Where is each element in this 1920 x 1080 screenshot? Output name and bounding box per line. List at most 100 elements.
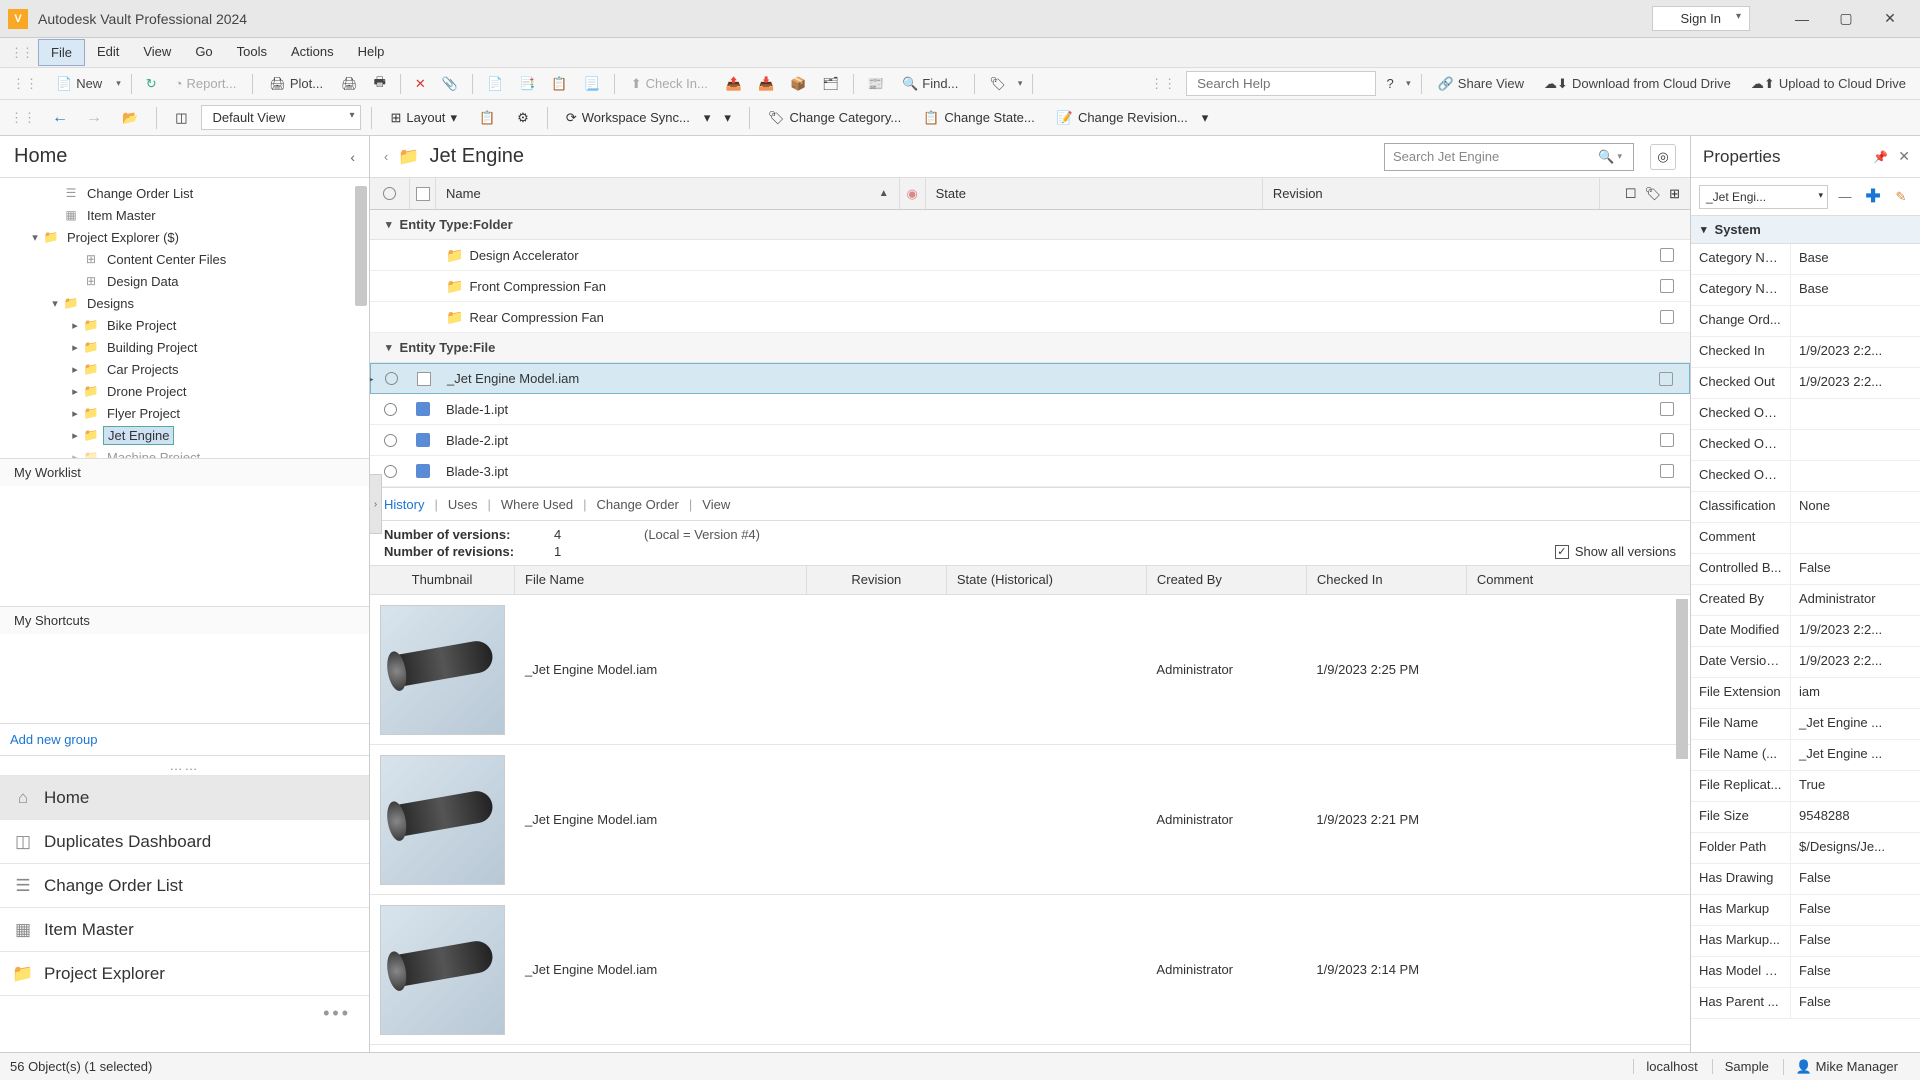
group-files[interactable]: ▾Entity Type:File — [370, 333, 1690, 363]
tree-item[interactable]: ▸📁Machine Project — [0, 446, 369, 458]
worklist-section[interactable]: My Worklist — [0, 458, 369, 486]
tree-item[interactable]: ☰Change Order List — [0, 182, 369, 204]
type-col-icon[interactable] — [410, 178, 436, 209]
edit-prop-button[interactable]: ✎ — [1890, 186, 1912, 208]
show-all-versions-checkbox[interactable]: ✓ — [1555, 545, 1569, 559]
tool-b-button[interactable]: ⚙ — [509, 106, 537, 130]
change-state-button[interactable]: 📋 Change State... — [915, 106, 1043, 130]
print2-button[interactable]: 🖶 — [368, 69, 392, 99]
file-row[interactable]: Blade-3.ipt — [370, 456, 1690, 487]
property-row[interactable]: File Name_Jet Engine ... — [1691, 709, 1920, 740]
hcol-createdby[interactable]: Created By — [1147, 566, 1307, 594]
tree-item[interactable]: ▸📁Car Projects — [0, 358, 369, 380]
status-col-icon[interactable]: ◉ — [900, 178, 926, 209]
tree-scrollbar[interactable] — [355, 186, 367, 306]
col-tail-icons[interactable]: ☐🏷⊞ — [1600, 178, 1690, 209]
collapse-left-icon[interactable]: ‹ — [384, 149, 388, 164]
tab-where-used[interactable]: Where Used — [501, 497, 573, 512]
history-row[interactable]: _Jet Engine Model.iamAdministrator1/9/20… — [370, 895, 1690, 1045]
tab-change-order[interactable]: Change Order — [597, 497, 679, 512]
prop-group-system[interactable]: ▾ System — [1691, 216, 1920, 244]
download-cloud-button[interactable]: ☁⬇ Download from Cloud Drive — [1536, 72, 1739, 96]
collapse-sidebar-icon[interactable]: ‹ — [350, 149, 355, 165]
menu-file[interactable]: File — [38, 39, 85, 66]
menu-view[interactable]: View — [131, 39, 183, 66]
property-row[interactable]: Controlled B...False — [1691, 554, 1920, 585]
doc2-button[interactable]: 📑 — [513, 72, 541, 96]
menu-actions[interactable]: Actions — [279, 39, 346, 66]
up-button[interactable]: 📂 — [114, 106, 146, 130]
workspace-dropdown[interactable]: ▾ — [704, 110, 711, 126]
filter-dropdown[interactable]: ▾ — [1016, 78, 1025, 89]
report-button[interactable]: ◔ Report... — [167, 72, 245, 95]
nav-item-master[interactable]: ▦Item Master — [0, 907, 369, 951]
col-name[interactable]: Name▲ — [436, 178, 900, 209]
doc4-button[interactable]: 📃 — [578, 72, 606, 96]
menu-tools[interactable]: Tools — [225, 39, 279, 66]
property-row[interactable]: Category Na...Base — [1691, 244, 1920, 275]
folder-row[interactable]: 📁Design Accelerator — [370, 240, 1690, 271]
change-rev-dropdown[interactable]: ▾ — [1202, 110, 1209, 126]
tree-item[interactable]: ⊞Design Data — [0, 270, 369, 292]
property-row[interactable]: Has MarkupFalse — [1691, 895, 1920, 926]
property-row[interactable]: Has Markup...False — [1691, 926, 1920, 957]
search-icon[interactable]: 🔍 — [1598, 149, 1614, 165]
delete-button[interactable]: ✕ — [409, 72, 432, 96]
checkout3-button[interactable]: 📦 — [784, 72, 812, 96]
hcol-revision[interactable]: Revision — [807, 566, 947, 594]
filter-button[interactable]: 🏷 — [983, 72, 1012, 96]
folder-row[interactable]: 📁Front Compression Fan — [370, 271, 1690, 302]
file-row[interactable]: Blade-2.ipt — [370, 425, 1690, 456]
tree-item[interactable]: ▸📁Jet Engine — [0, 424, 369, 446]
search-folder-input[interactable]: Search Jet Engine 🔍 ▾ — [1384, 143, 1634, 171]
shortcuts-section[interactable]: My Shortcuts — [0, 606, 369, 634]
remove-prop-button[interactable]: — — [1834, 186, 1856, 208]
back-button[interactable]: ← — [46, 106, 74, 130]
nav-duplicates-dashboard[interactable]: ◫Duplicates Dashboard — [0, 819, 369, 863]
property-row[interactable]: File Replicat...True — [1691, 771, 1920, 802]
tab-view[interactable]: View — [702, 497, 730, 512]
change-category-button[interactable]: 🏷 Change Category... — [760, 106, 909, 130]
file-row[interactable]: Blade-1.ipt — [370, 394, 1690, 425]
checkout4-button[interactable]: 🗂 — [816, 72, 845, 96]
close-button[interactable]: ✕ — [1868, 5, 1912, 33]
expand-handle[interactable]: › — [370, 474, 382, 534]
layout-toggle[interactable]: ◫ — [167, 106, 195, 130]
group-folders[interactable]: ▾Entity Type:Folder — [370, 210, 1690, 240]
property-row[interactable]: Folder Path$/Designs/Je... — [1691, 833, 1920, 864]
add-prop-button[interactable]: ✚ — [1862, 186, 1884, 208]
hcol-filename[interactable]: File Name — [515, 566, 807, 594]
nav-home[interactable]: ⌂Home — [0, 775, 369, 819]
property-row[interactable]: Comment — [1691, 523, 1920, 554]
tree-item[interactable]: ▾📁Designs — [0, 292, 369, 314]
history-scrollbar[interactable] — [1676, 599, 1688, 759]
checkin-button[interactable]: ⬆ Check In... — [623, 72, 716, 96]
close-panel-icon[interactable]: ✕ — [1898, 148, 1910, 165]
share-view-button[interactable]: 🔗 Share View — [1430, 72, 1532, 96]
search-dropdown-icon[interactable]: ▾ — [1614, 151, 1625, 162]
hcol-thumb[interactable]: Thumbnail — [370, 566, 515, 594]
help-button[interactable]: ? — [1380, 72, 1400, 95]
tree-item[interactable]: ▸📁Drone Project — [0, 380, 369, 402]
tool-a-button[interactable]: 📋 — [471, 106, 503, 130]
property-row[interactable]: File Name (..._Jet Engine ... — [1691, 740, 1920, 771]
plot-button[interactable]: 🖨 Plot... — [261, 72, 331, 96]
folder-row[interactable]: 📁Rear Compression Fan — [370, 302, 1690, 333]
property-row[interactable]: Checked Ou... — [1691, 461, 1920, 492]
property-row[interactable]: File Extensioniam — [1691, 678, 1920, 709]
refresh-button[interactable]: ↻ — [140, 72, 163, 96]
workspace-sync-button[interactable]: ⟳ Workspace Sync... — [558, 106, 698, 130]
hcol-state[interactable]: State (Historical) — [947, 566, 1147, 594]
view-select[interactable]: Default View — [201, 105, 361, 130]
minimize-button[interactable]: — — [1780, 5, 1824, 33]
property-row[interactable]: Category Na...Base — [1691, 275, 1920, 306]
tree-item[interactable]: ▸📁Bike Project — [0, 314, 369, 336]
nav-change-order-list[interactable]: ☰Change Order List — [0, 863, 369, 907]
nav-project-explorer[interactable]: 📁Project Explorer — [0, 951, 369, 995]
history-row[interactable]: _Jet Engine Model.iamAdministrator1/9/20… — [370, 595, 1690, 745]
file-row[interactable]: ▸_Jet Engine Model.iam — [370, 363, 1690, 394]
property-row[interactable]: Has DrawingFalse — [1691, 864, 1920, 895]
pin-icon[interactable]: 📌 — [1873, 150, 1888, 164]
add-group-link[interactable]: Add new group — [0, 724, 369, 755]
doc3-button[interactable]: 📋 — [545, 72, 573, 96]
